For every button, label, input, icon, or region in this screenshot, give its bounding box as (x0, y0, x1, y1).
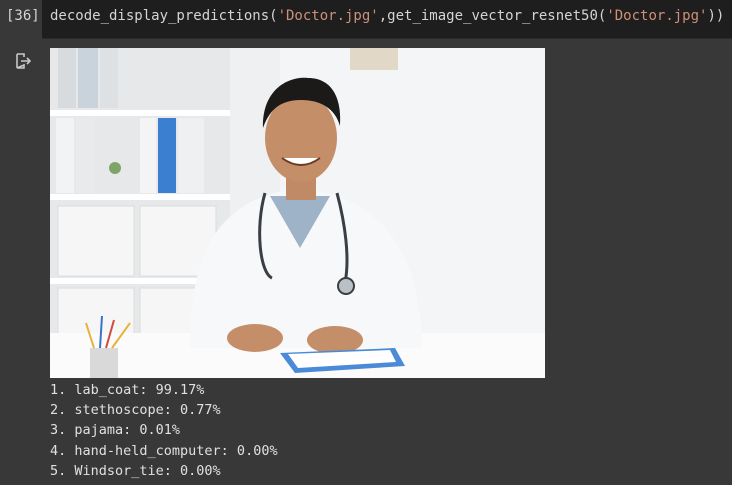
predictions-list: 1. lab_coat: 99.17% 2. stethoscope: 0.77… (50, 380, 278, 481)
prediction-item: 3. pajama: 0.01% (50, 422, 181, 439)
code-fn-call-2: ,get_image_vector_resnet50( (378, 8, 607, 24)
output-redirect-icon[interactable] (14, 52, 32, 70)
code-editor[interactable]: decode_display_predictions('Doctor.jpg',… (42, 0, 732, 39)
prediction-item: 5. Windsor_tie: 0.00% (50, 462, 221, 479)
code-close-parens: )) (707, 8, 725, 24)
code-string-arg-2: 'Doctor.jpg' (606, 8, 708, 24)
doctor-photo (50, 48, 545, 378)
execution-count: [36] (6, 8, 40, 24)
prediction-item: 4. hand-held_computer: 0.00% (50, 442, 278, 459)
output-image (50, 48, 545, 378)
code-line: decode_display_predictions('Doctor.jpg',… (50, 8, 724, 24)
prediction-item: 1. lab_coat: 99.17% (50, 382, 205, 398)
code-string-arg: 'Doctor.jpg' (277, 8, 379, 24)
code-cell-input[interactable]: [36] decode_display_predictions('Doctor.… (0, 0, 732, 39)
prediction-item: 2. stethoscope: 0.77% (50, 402, 221, 419)
code-fn-call: decode_display_predictions( (50, 8, 278, 24)
